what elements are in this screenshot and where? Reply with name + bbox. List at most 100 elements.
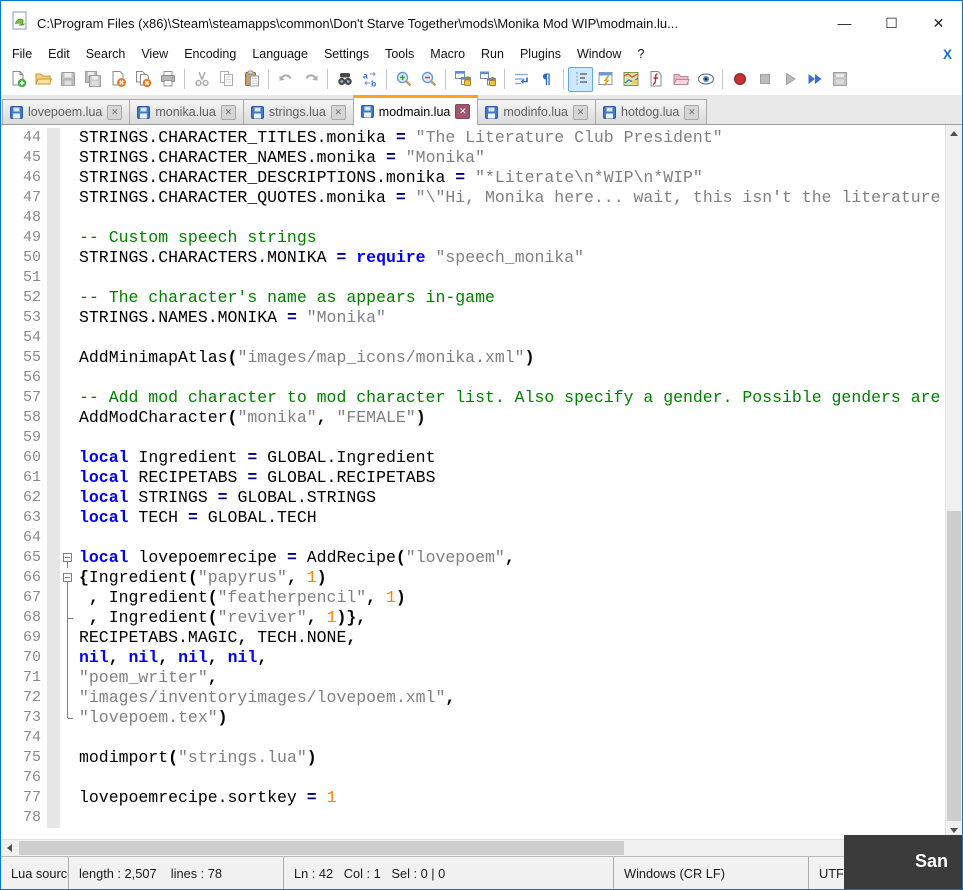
menu-settings[interactable]: Settings xyxy=(316,47,377,61)
line-number[interactable]: 73 xyxy=(1,708,47,728)
menu-edit[interactable]: Edit xyxy=(40,47,78,61)
code-pane[interactable]: 44 STRINGS.CHARACTER_TITLES.monika = "The… xyxy=(1,125,945,839)
line-number[interactable]: 78 xyxy=(1,808,47,828)
monitoring-icon[interactable] xyxy=(693,67,718,92)
code-text[interactable]: nil, nil, nil, nil, xyxy=(76,648,267,668)
line-number[interactable]: 70 xyxy=(1,648,47,668)
replace-icon[interactable]: ab xyxy=(357,67,382,92)
save-icon[interactable] xyxy=(55,67,80,92)
doc-switcher-icon[interactable] xyxy=(643,67,668,92)
tab-close-icon[interactable]: ✕ xyxy=(573,104,588,120)
code-line[interactable]: 63 local TECH = GLOBAL.TECH xyxy=(1,508,945,528)
copy-icon[interactable] xyxy=(214,67,239,92)
cut-icon[interactable] xyxy=(189,67,214,92)
bookmark-margin[interactable] xyxy=(47,728,60,748)
bookmark-margin[interactable] xyxy=(47,228,60,248)
code-text[interactable]: STRINGS.CHARACTER_TITLES.monika = "The L… xyxy=(76,128,723,148)
code-text[interactable]: AddModCharacter("monika", "FEMALE") xyxy=(76,408,426,428)
save-all-icon[interactable] xyxy=(80,67,105,92)
line-number[interactable]: 48 xyxy=(1,208,47,228)
code-text[interactable]: , Ingredient("reviver", 1)}, xyxy=(76,608,366,628)
show-all-characters-icon[interactable]: ¶ xyxy=(534,67,559,92)
line-number[interactable]: 59 xyxy=(1,428,47,448)
code-line[interactable]: 59 xyxy=(1,428,945,448)
code-line[interactable]: 47 STRINGS.CHARACTER_QUOTES.monika = "\"H… xyxy=(1,188,945,208)
code-line[interactable]: 49 -- Custom speech strings xyxy=(1,228,945,248)
code-text[interactable]: AddMinimapAtlas("images/map_icons/monika… xyxy=(76,348,535,368)
folder-as-workspace-icon[interactable] xyxy=(668,67,693,92)
menu-help[interactable]: ? xyxy=(629,47,652,61)
code-line[interactable]: 45 STRINGS.CHARACTER_NAMES.monika = "Moni… xyxy=(1,148,945,168)
bookmark-margin[interactable] xyxy=(47,128,60,148)
line-number[interactable]: 53 xyxy=(1,308,47,328)
code-line[interactable]: 65 local lovepoemrecipe = AddRecipe("love… xyxy=(1,548,945,568)
code-text[interactable]: "poem_writer", xyxy=(76,668,218,688)
sync-vertical-icon[interactable] xyxy=(450,67,475,92)
code-line[interactable]: 60 local Ingredient = GLOBAL.Ingredient xyxy=(1,448,945,468)
code-text[interactable] xyxy=(76,368,79,388)
code-text[interactable]: , Ingredient("featherpencil", 1) xyxy=(76,588,406,608)
bookmark-margin[interactable] xyxy=(47,188,60,208)
find-icon[interactable] xyxy=(332,67,357,92)
code-text[interactable]: RECIPETABS.MAGIC, TECH.NONE, xyxy=(76,628,356,648)
line-number[interactable]: 68 xyxy=(1,608,47,628)
bookmark-margin[interactable] xyxy=(47,348,60,368)
code-line[interactable]: 62 local STRINGS = GLOBAL.STRINGS xyxy=(1,488,945,508)
menu-tools[interactable]: Tools xyxy=(377,47,422,61)
bookmark-margin[interactable] xyxy=(47,248,60,268)
line-number[interactable]: 57 xyxy=(1,388,47,408)
redo-icon[interactable] xyxy=(298,67,323,92)
tab-monika.lua[interactable]: monika.lua ✕ xyxy=(129,99,244,124)
code-text[interactable] xyxy=(76,808,79,828)
code-line[interactable]: 48 xyxy=(1,208,945,228)
bookmark-margin[interactable] xyxy=(47,528,60,548)
maximize-button[interactable]: ☐ xyxy=(868,1,915,45)
code-text[interactable] xyxy=(76,268,79,288)
code-line[interactable]: 74 xyxy=(1,728,945,748)
close-icon[interactable] xyxy=(105,67,130,92)
menu-encoding[interactable]: Encoding xyxy=(176,47,244,61)
horizontal-scrollbar[interactable] xyxy=(1,839,962,856)
code-text[interactable]: "lovepoem.tex") xyxy=(76,708,228,728)
line-number[interactable]: 63 xyxy=(1,508,47,528)
line-number[interactable]: 46 xyxy=(1,168,47,188)
tab-close-icon[interactable]: ✕ xyxy=(684,104,700,120)
indent-guide-icon[interactable] xyxy=(568,66,593,92)
line-number[interactable]: 56 xyxy=(1,368,47,388)
code-text[interactable]: local STRINGS = GLOBAL.STRINGS xyxy=(76,488,376,508)
run-macro-multiple-icon[interactable] xyxy=(802,67,827,92)
code-line[interactable]: 56 xyxy=(1,368,945,388)
minimize-button[interactable]: — xyxy=(821,1,868,45)
editor-area[interactable]: 44 STRINGS.CHARACTER_TITLES.monika = "The… xyxy=(1,125,962,839)
new-file-icon[interactable] xyxy=(5,67,30,92)
bookmark-margin[interactable] xyxy=(47,408,60,428)
line-number[interactable]: 55 xyxy=(1,348,47,368)
sync-horizontal-icon[interactable] xyxy=(475,67,500,92)
line-number[interactable]: 65 xyxy=(1,548,47,568)
paste-icon[interactable] xyxy=(239,67,264,92)
code-line[interactable]: 69 RECIPETABS.MAGIC, TECH.NONE, xyxy=(1,628,945,648)
menu-view[interactable]: View xyxy=(133,47,176,61)
bookmark-margin[interactable] xyxy=(47,808,60,828)
line-number[interactable]: 49 xyxy=(1,228,47,248)
zoom-out-icon[interactable] xyxy=(416,67,441,92)
undo-icon[interactable] xyxy=(273,67,298,92)
line-number[interactable]: 62 xyxy=(1,488,47,508)
bookmark-margin[interactable] xyxy=(47,708,60,728)
print-icon[interactable] xyxy=(155,67,180,92)
title-bar[interactable]: C:\Program Files (x86)\Steam\steamapps\c… xyxy=(1,1,962,45)
code-line[interactable]: 58 AddModCharacter("monika", "FEMALE") xyxy=(1,408,945,428)
scroll-up-arrow-icon[interactable] xyxy=(946,125,962,142)
menu-close-document-button[interactable]: X xyxy=(943,47,952,62)
bookmark-margin[interactable] xyxy=(47,508,60,528)
code-text[interactable] xyxy=(76,528,79,548)
fold-marker-start[interactable] xyxy=(60,548,76,568)
line-number[interactable]: 61 xyxy=(1,468,47,488)
line-number[interactable]: 45 xyxy=(1,148,47,168)
line-number[interactable]: 72 xyxy=(1,688,47,708)
code-line[interactable]: 77 lovepoemrecipe.sortkey = 1 xyxy=(1,788,945,808)
tab-hotdog.lua[interactable]: hotdog.lua ✕ xyxy=(595,99,708,124)
tab-modmain.lua[interactable]: modmain.lua ✕ xyxy=(352,95,479,125)
code-text[interactable]: local RECIPETABS = GLOBAL.RECIPETABS xyxy=(76,468,435,488)
code-text[interactable] xyxy=(76,728,79,748)
